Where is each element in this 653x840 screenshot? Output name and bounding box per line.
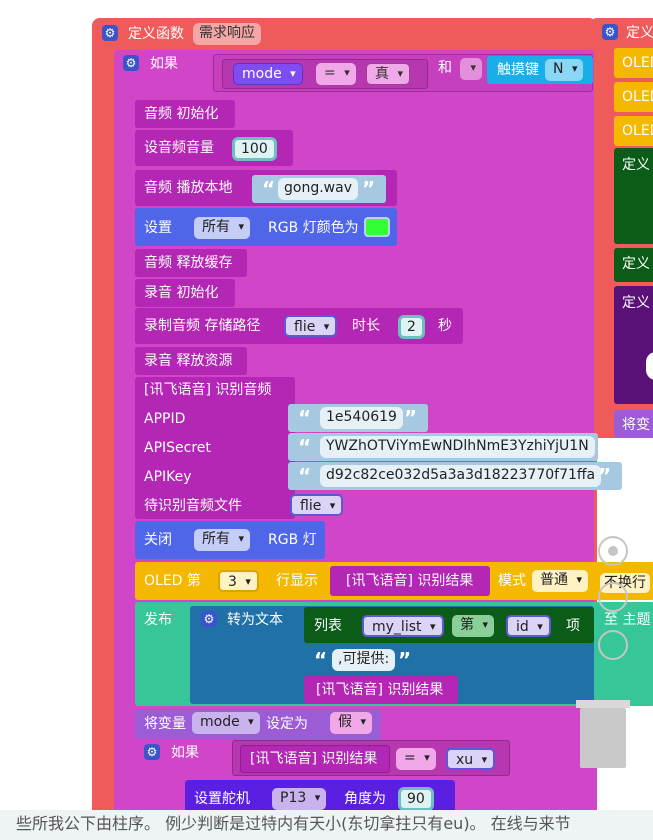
quote-close-icon: ” <box>404 406 418 430</box>
touch-key-dropdown[interactable]: N <box>545 59 584 81</box>
quote-close-icon: ” <box>598 464 612 488</box>
zoom-in-icon[interactable] <box>598 582 628 612</box>
and-label: 和 <box>438 60 452 76</box>
angle-number-field[interactable]: 90 <box>398 787 434 811</box>
gear-icon[interactable]: ⚙ <box>144 744 160 760</box>
zoom-out-icon[interactable] <box>598 630 628 660</box>
set-to-label: 设定为 <box>266 716 308 732</box>
set-volume-label: 设音频音量 <box>144 140 214 156</box>
oled-line-dropdown[interactable]: 3 <box>218 570 259 592</box>
trash-lid <box>576 700 630 708</box>
apisecret-field[interactable]: YWZhOTViYmEwNDlhNmE3YzhiYjU1N <box>320 436 595 458</box>
if-keyword: 如果 <box>171 745 199 761</box>
audio-file-label: 待识别音频文件 <box>144 498 242 514</box>
if-keyword: 如果 <box>150 56 178 72</box>
angle-label: 角度为 <box>344 791 386 807</box>
list-dropdown[interactable]: my_list <box>362 615 444 637</box>
right-define-label: 定义 <box>622 256 650 272</box>
record-init-label: 录音 初始化 <box>144 285 219 301</box>
trash-icon[interactable] <box>580 708 626 768</box>
audio-release-label: 音频 释放缓存 <box>144 255 233 271</box>
provide-field[interactable]: ,可提供: <box>332 649 396 671</box>
oled-label: OLED 第 <box>144 573 201 589</box>
rgb-off-label: 关闭 <box>144 532 172 548</box>
right-define-label: 定义 <box>626 25 653 41</box>
right-oled-label: OLED <box>622 55 653 71</box>
id-dropdown[interactable]: id <box>506 615 551 637</box>
servo-label: 设置舵机 <box>194 791 250 807</box>
record-audio-label: 录制音频 存储路径 <box>144 318 261 334</box>
appid-label: APPID <box>144 411 186 427</box>
operator-dropdown[interactable]: = <box>396 748 436 770</box>
quote-open-icon: “ <box>298 406 312 430</box>
audio-init-label: 音频 初始化 <box>144 106 219 122</box>
apisecret-label: APISecret <box>144 440 211 456</box>
volume-number-field[interactable]: 100 <box>232 137 277 161</box>
right-round-knob <box>646 352 653 380</box>
oled-show-label: 行显示 <box>276 573 318 589</box>
appid-field[interactable]: 1e540619 <box>320 407 403 429</box>
duration-number-field[interactable]: 2 <box>398 315 425 339</box>
quote-close-icon: ” <box>398 648 412 672</box>
quote-close-icon: ” <box>362 177 376 201</box>
gear-icon[interactable]: ⚙ <box>602 24 618 40</box>
item-label: 项 <box>566 618 580 634</box>
filename-field[interactable]: gong.wav <box>278 178 358 200</box>
rgb-off-suffix: RGB 灯 <box>268 532 317 548</box>
apikey-label: APIKey <box>144 469 192 485</box>
xunfei-result-label: [讯飞语音] 识别结果 <box>316 682 444 698</box>
nth-dropdown[interactable]: 第 <box>452 615 494 637</box>
rgb-color-label: RGB 灯颜色为 <box>268 220 359 236</box>
gear-icon[interactable]: ⚙ <box>123 55 139 71</box>
right-define-label: 定义 <box>622 157 650 173</box>
set-value-dropdown[interactable]: 假 <box>330 712 372 734</box>
function-name-field[interactable]: 需求响应 <box>193 23 261 45</box>
rgb-off-target-dropdown[interactable]: 所有 <box>194 529 250 551</box>
to-text-label: 转为文本 <box>227 612 283 628</box>
right-set-var-label: 将变 <box>622 417 650 433</box>
xunfei-result-label: [讯飞语音] 识别结果 <box>250 751 378 767</box>
boolean-dropdown[interactable]: 真 <box>366 63 410 85</box>
set-variable-label: 将变量 <box>144 716 186 732</box>
quote-open-icon: “ <box>298 464 312 488</box>
xunfei-title: [讯飞语音] 识别音频 <box>144 382 272 398</box>
operator-dropdown[interactable]: = <box>316 63 356 85</box>
quote-open-icon: “ <box>298 435 312 459</box>
compare-value-dropdown[interactable]: xu <box>446 748 496 770</box>
oled-mode-dropdown[interactable]: 普通 <box>532 570 588 592</box>
right-define-label: 定义 <box>622 295 650 311</box>
oled-mode-label: 模式 <box>498 573 526 589</box>
background-page-text: 些所我公下由柱序。 例少判断是过特内有天小(东切拿拄只有eu)。 在线与来节 <box>0 810 653 840</box>
rgb-set-label: 设置 <box>144 220 172 236</box>
function-keyword: 定义函数 <box>128 26 184 42</box>
audio-file-dropdown[interactable]: flie <box>290 494 344 516</box>
topic-label: 至 主题 <box>604 612 651 628</box>
quote-open-icon: “ <box>314 648 328 672</box>
play-local-label: 音频 播放本地 <box>144 180 233 196</box>
and-dropdown[interactable] <box>460 58 482 80</box>
duration-label: 时长 <box>352 318 380 334</box>
xunfei-result-label: [讯飞语音] 识别结果 <box>346 573 474 589</box>
servo-pin-dropdown[interactable]: P13 <box>272 788 327 810</box>
right-oled-label: OLED <box>622 89 653 105</box>
publish-label: 发布 <box>144 612 172 628</box>
rgb-target-dropdown[interactable]: 所有 <box>194 217 250 239</box>
record-release-label: 录音 释放资源 <box>144 353 233 369</box>
zoom-reset-dot <box>608 546 618 556</box>
gear-icon[interactable]: ⚙ <box>102 25 118 41</box>
apikey-field[interactable]: d92c82ce032d5a3a3d18223770f71ffa <box>320 465 602 487</box>
quote-open-icon: “ <box>262 177 276 201</box>
list-label: 列表 <box>314 618 342 634</box>
seconds-label: 秒 <box>438 318 452 334</box>
touch-key-label: 触摸键 <box>497 62 539 78</box>
color-swatch[interactable] <box>364 217 390 237</box>
set-variable-dropdown[interactable]: mode <box>192 712 260 734</box>
gear-icon[interactable]: ⚙ <box>201 611 217 627</box>
variable-dropdown[interactable]: mode <box>233 63 303 85</box>
record-path-dropdown[interactable]: flie <box>284 315 338 337</box>
right-oled-label: OLED <box>622 123 653 139</box>
